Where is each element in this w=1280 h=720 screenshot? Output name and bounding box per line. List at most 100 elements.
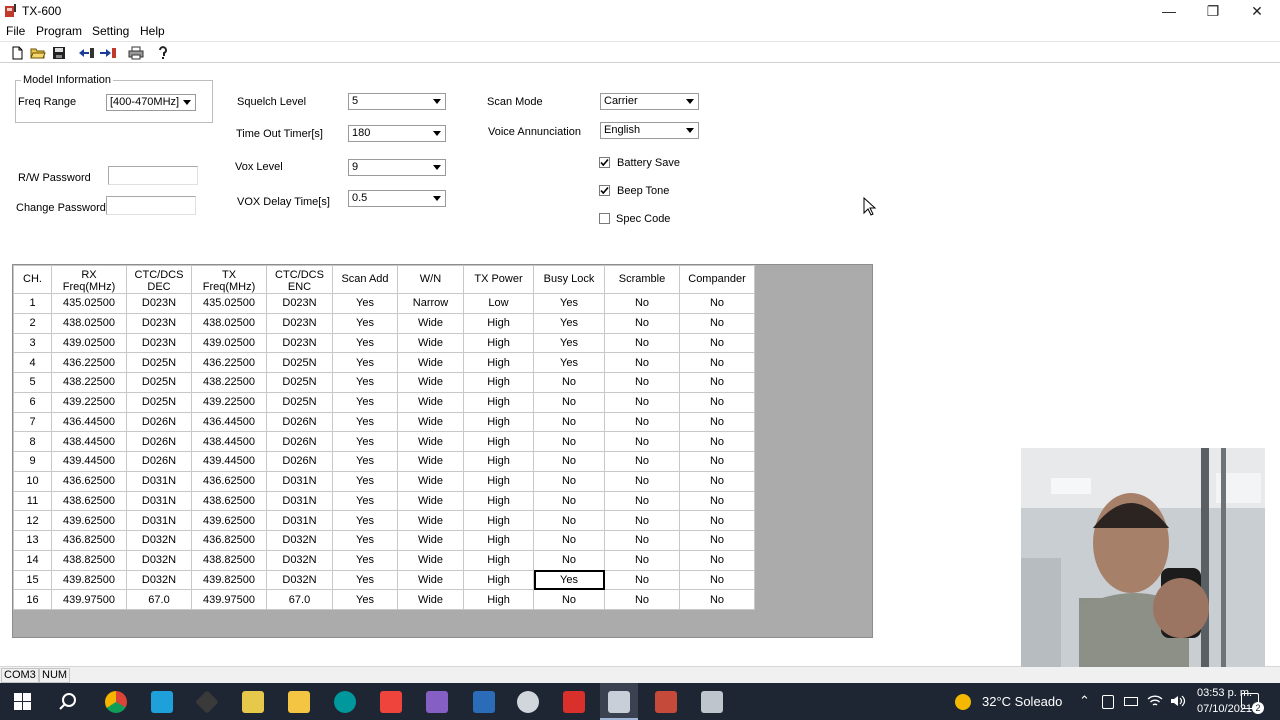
chevron-up-icon[interactable]: ⌃ — [1079, 693, 1090, 709]
cell-wn[interactable]: Narrow — [397, 293, 464, 314]
cell-wn[interactable]: Wide — [397, 589, 464, 610]
cell-busy-lock[interactable]: No — [533, 451, 605, 472]
cell-ch[interactable]: 5 — [13, 372, 52, 393]
channel-row[interactable]: 3 439.02500 D023N 439.02500 D023N Yes Wide High… — [13, 332, 755, 354]
cell-ch[interactable]: 15 — [13, 569, 52, 591]
cell-wn[interactable]: Wide — [397, 352, 464, 373]
cell-scramble[interactable]: No — [604, 490, 680, 512]
cell-scramble[interactable]: No — [604, 391, 680, 413]
cell-rx-freq[interactable]: 439.97500 — [51, 589, 127, 610]
weather-sun-icon[interactable] — [955, 694, 971, 710]
cell-busy-lock[interactable]: Yes — [533, 569, 605, 591]
cell-tx-freq[interactable]: 436.22500 — [191, 352, 267, 373]
cell-wn[interactable]: Wide — [397, 411, 464, 433]
cell-scramble[interactable]: No — [604, 470, 680, 492]
cell-compander[interactable]: No — [679, 391, 755, 413]
cell-rx-freq[interactable]: 436.62500 — [51, 470, 127, 492]
cell-ctcdcs-enc[interactable]: D023N — [266, 332, 333, 354]
cell-scan-add[interactable]: Yes — [332, 470, 398, 492]
cell-scramble[interactable]: No — [604, 510, 680, 531]
read-from-radio-icon[interactable] — [78, 44, 96, 62]
cell-scramble[interactable]: No — [604, 293, 680, 314]
channel-row[interactable]: 6 439.22500 D025N 439.22500 D025N Yes Wide High… — [13, 391, 755, 413]
cell-rx-freq[interactable]: 438.62500 — [51, 490, 127, 512]
menu-program[interactable]: Program — [36, 24, 82, 38]
cell-scramble[interactable]: No — [604, 352, 680, 373]
cell-compander[interactable]: No — [679, 451, 755, 472]
cell-tx-freq[interactable]: 436.62500 — [191, 470, 267, 492]
cell-ctcdcs-dec[interactable]: D023N — [126, 293, 192, 314]
cell-ch[interactable]: 4 — [13, 352, 52, 373]
notepad-icon[interactable] — [242, 691, 264, 713]
cell-scan-add[interactable]: Yes — [332, 293, 398, 314]
cell-ctcdcs-enc[interactable]: D031N — [266, 510, 333, 531]
channel-row[interactable]: 13 436.82500 D032N 436.82500 D032N Yes Wide Hig… — [13, 530, 755, 551]
cell-ctcdcs-dec[interactable]: D031N — [126, 490, 192, 512]
channel-row[interactable]: 2 438.02500 D023N 438.02500 D023N Yes Wide High… — [13, 312, 755, 334]
cell-scramble[interactable]: No — [604, 451, 680, 472]
battery-save-checkbox[interactable] — [599, 157, 610, 168]
cell-compander[interactable]: No — [679, 372, 755, 393]
cell-wn[interactable]: Wide — [397, 569, 464, 591]
chevron-down-icon[interactable] — [682, 123, 698, 138]
cell-compander[interactable]: No — [679, 510, 755, 531]
visual-studio-icon[interactable] — [426, 691, 448, 713]
cell-busy-lock[interactable]: Yes — [533, 332, 605, 354]
cell-ctcdcs-dec[interactable]: 67.0 — [126, 589, 192, 610]
cell-scan-add[interactable]: Yes — [332, 312, 398, 334]
cell-ctcdcs-dec[interactable]: D031N — [126, 510, 192, 531]
cell-ctcdcs-dec[interactable]: D026N — [126, 431, 192, 452]
cell-ctcdcs-enc[interactable]: D031N — [266, 490, 333, 512]
cell-busy-lock[interactable]: No — [533, 510, 605, 531]
cell-ch[interactable]: 8 — [13, 431, 52, 452]
cell-ctcdcs-enc[interactable]: D032N — [266, 530, 333, 551]
cell-compander[interactable]: No — [679, 332, 755, 354]
weather-text[interactable]: 32°C Soleado — [982, 694, 1062, 709]
spec-code-checkbox[interactable] — [599, 213, 610, 224]
cell-tx-power[interactable]: High — [463, 352, 534, 373]
scan-mode-select[interactable]: Carrier — [600, 93, 699, 110]
cell-scramble[interactable]: No — [604, 372, 680, 393]
cell-scramble[interactable]: No — [604, 569, 680, 591]
cell-compander[interactable]: No — [679, 490, 755, 512]
cell-ctcdcs-dec[interactable]: D025N — [126, 372, 192, 393]
cell-ctcdcs-enc[interactable]: D026N — [266, 411, 333, 433]
cell-ctcdcs-dec[interactable]: D032N — [126, 569, 192, 591]
cell-wn[interactable]: Wide — [397, 391, 464, 413]
cell-scramble[interactable]: No — [604, 332, 680, 354]
cell-scramble[interactable]: No — [604, 530, 680, 551]
cell-wn[interactable]: Wide — [397, 431, 464, 452]
cell-rx-freq[interactable]: 435.02500 — [51, 293, 127, 314]
cell-rx-freq[interactable]: 439.02500 — [51, 332, 127, 354]
cell-busy-lock[interactable]: Yes — [533, 293, 605, 314]
chevron-down-icon[interactable] — [429, 94, 445, 109]
cell-ctcdcs-enc[interactable]: D026N — [266, 431, 333, 452]
change-password-input[interactable] — [106, 196, 196, 215]
cell-tx-power[interactable]: High — [463, 470, 534, 492]
cell-compander[interactable]: No — [679, 431, 755, 452]
start-windows-icon[interactable] — [14, 693, 31, 710]
cell-busy-lock[interactable]: No — [533, 490, 605, 512]
cell-rx-freq[interactable]: 438.22500 — [51, 372, 127, 393]
cell-ctcdcs-enc[interactable]: D025N — [266, 391, 333, 413]
cell-wn[interactable]: Wide — [397, 470, 464, 492]
cell-busy-lock[interactable]: Yes — [533, 312, 605, 334]
cell-tx-power[interactable]: Low — [463, 293, 534, 314]
cell-ch[interactable]: 9 — [13, 451, 52, 472]
chrome-icon[interactable] — [105, 691, 127, 713]
cell-tx-power[interactable]: High — [463, 549, 534, 571]
cell-ctcdcs-enc[interactable]: D025N — [266, 352, 333, 373]
inkscape-icon[interactable] — [195, 690, 219, 714]
file-explorer-icon[interactable] — [288, 691, 310, 713]
cell-ctcdcs-dec[interactable]: D026N — [126, 411, 192, 433]
cell-scan-add[interactable]: Yes — [332, 332, 398, 354]
cell-wn[interactable]: Wide — [397, 490, 464, 512]
cell-wn[interactable]: Wide — [397, 549, 464, 571]
cell-tx-freq[interactable]: 435.02500 — [191, 293, 267, 314]
radio-programmer-icon[interactable] — [655, 691, 677, 713]
cell-busy-lock[interactable]: Yes — [533, 352, 605, 373]
cell-tx-freq[interactable]: 439.62500 — [191, 510, 267, 531]
channel-row[interactable]: 4 436.22500 D025N 436.22500 D025N Yes Wide High… — [13, 352, 755, 373]
cell-ctcdcs-dec[interactable]: D032N — [126, 530, 192, 551]
channel-row[interactable]: 16 439.97500 67.0 439.97500 67.0 Yes Wide High N… — [13, 589, 755, 610]
